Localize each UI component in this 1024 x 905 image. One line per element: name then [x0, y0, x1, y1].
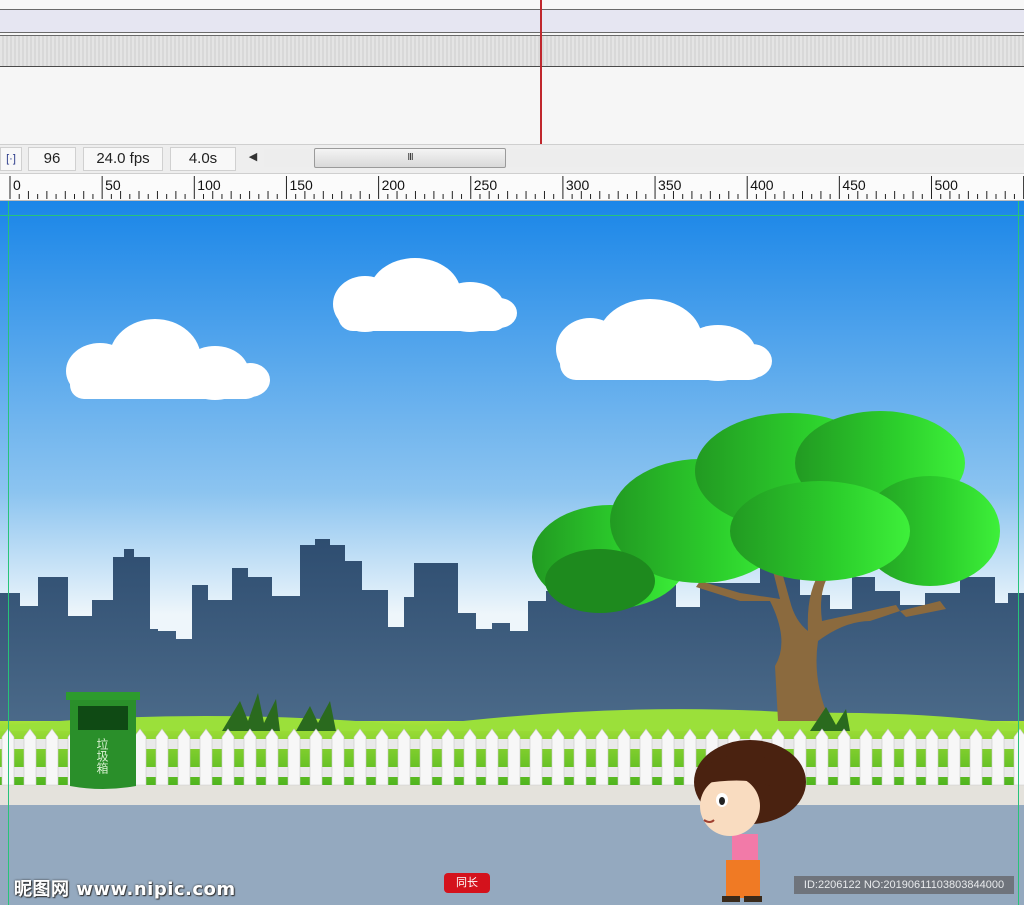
trash-bin-label: 垃圾箱 [95, 738, 109, 774]
ruler-label: 500 [934, 177, 958, 193]
stage-canvas[interactable] [0, 201, 1024, 905]
playhead[interactable] [540, 0, 542, 144]
fence-picket [925, 728, 939, 786]
image-id-badge: ID:2206122 NO:20190611103803844000 [794, 876, 1014, 894]
fence-picket [309, 728, 323, 786]
sidewalk [0, 785, 1024, 805]
ruler-label: 50 [105, 177, 121, 193]
fence-picket [287, 728, 301, 786]
ruler-label: 400 [750, 177, 774, 193]
fence-picket [815, 728, 829, 786]
fence-picket [265, 728, 279, 786]
timeline-frames-row[interactable] [0, 35, 1024, 67]
ruler-label: 250 [473, 177, 498, 193]
ruler-label: 350 [658, 177, 682, 193]
scrollbar-thumb[interactable]: III [314, 148, 506, 168]
ruler-label: 150 [289, 177, 313, 193]
ruler-ticks [9, 176, 1024, 199]
ruler-label: 0 [13, 177, 21, 193]
fence-picket [353, 728, 367, 786]
fence-picket [573, 728, 587, 786]
red-seal-stamp: 同长 [444, 873, 490, 893]
fence-picket [507, 728, 521, 786]
fence-picket [881, 728, 895, 786]
fence-picket [243, 728, 257, 786]
fence-picket [199, 728, 213, 786]
fence-picket [23, 728, 37, 786]
cartoon-girl [694, 740, 806, 902]
fence-picket [177, 728, 191, 786]
elapsed-time-display: 4.0s [170, 147, 236, 171]
stage-artwork [0, 201, 1024, 905]
fence-picket [419, 728, 433, 786]
site-watermark: 昵图网 www.nipic.com [14, 879, 236, 900]
fence-picket [155, 728, 169, 786]
ruler-label: 100 [197, 177, 221, 193]
stage-guide-right [1018, 201, 1019, 905]
current-frame-display[interactable]: 96 [28, 147, 76, 171]
horizontal-ruler: 0 50 100 150 200 250 300 350 400 450 500 [0, 174, 1024, 201]
fence-picket [221, 728, 235, 786]
fence-picket [595, 728, 609, 786]
timeline-layer-row[interactable] [0, 9, 1024, 33]
fence-picket [485, 728, 499, 786]
stage-guide-left [8, 201, 9, 905]
timeline-empty-area [0, 68, 1024, 144]
stage-guide-top [0, 215, 1024, 216]
fence-picket [1013, 728, 1024, 786]
fence-picket [991, 728, 1005, 786]
ruler-label: 300 [565, 177, 590, 193]
fence-picket [441, 728, 455, 786]
fence-picket [903, 728, 917, 786]
fence-picket [529, 728, 543, 786]
frame-rate-display[interactable]: 24.0 fps [83, 147, 163, 171]
chevron-left-icon[interactable]: ◀ [244, 146, 262, 168]
fence-picket [551, 728, 565, 786]
fence-picket [639, 728, 653, 786]
fit-frame-icon[interactable]: [·] [0, 147, 22, 171]
fence-picket [969, 728, 983, 786]
ruler-label: 450 [842, 177, 866, 193]
fence-picket [947, 728, 961, 786]
fence-picket [661, 728, 675, 786]
fence-picket [331, 728, 345, 786]
fence-picket [837, 728, 851, 786]
fence-picket [859, 728, 873, 786]
fence-picket [463, 728, 477, 786]
fence-picket [45, 728, 59, 786]
fence-picket [617, 728, 631, 786]
fence-picket [397, 728, 411, 786]
fence-picket [375, 728, 389, 786]
ruler-label: 200 [381, 177, 405, 193]
